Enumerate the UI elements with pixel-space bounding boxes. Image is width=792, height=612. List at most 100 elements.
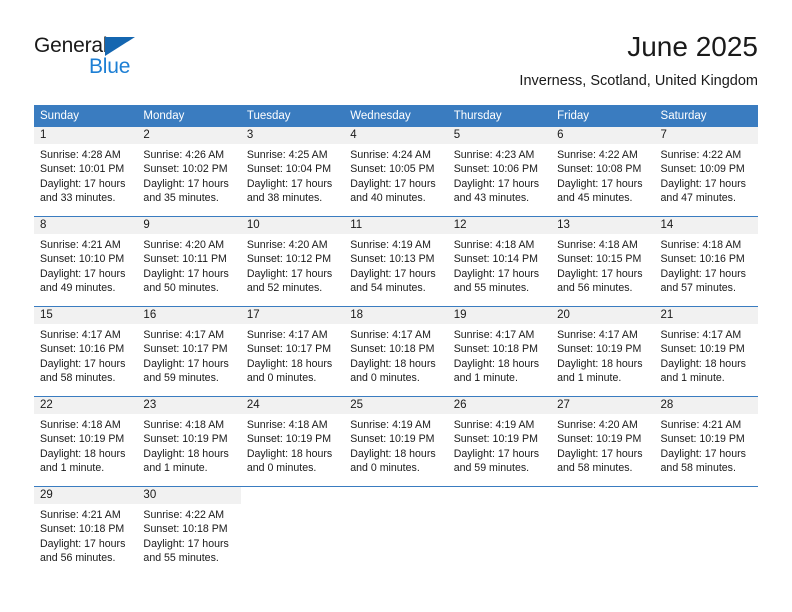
calendar-cell-day[interactable]: 1 Sunrise: 4:28 AM Sunset: 10:01 PM Dayligh… (34, 127, 138, 217)
sunrise-time: Sunrise: 4:21 AM (660, 419, 742, 431)
sunset-time: Sunset: 10:06 PM (453, 163, 538, 176)
calendar-cell-day[interactable]: 20 Sunrise: 4:17 AM Sunset: 10:19 PM Daylig… (551, 306, 655, 397)
calendar-cell-day[interactable]: 9 Sunrise: 4:20 AM Sunset: 10:11 PM Dayligh… (137, 216, 241, 307)
day-cell: 29 Sunrise: 4:21 AM Sunset: 10:18 PM Daylig… (34, 487, 138, 576)
daylight-duration-line1: Daylight: 17 hours (40, 177, 126, 190)
sunset-time: Sunset: 10:04 PM (246, 163, 332, 176)
sunset-time: Sunset: 10:09 PM (660, 163, 745, 176)
day-number: 11 (344, 217, 448, 234)
sunset-time: Sunset: 10:18 PM (350, 343, 435, 356)
day-cell: 26 Sunrise: 4:19 AM Sunset: 10:19 PM Daylig… (447, 397, 552, 486)
calendar-cell-day[interactable]: 14 Sunrise: 4:18 AM Sunset: 10:16 PM Daylig… (654, 216, 758, 307)
calendar-cell-day[interactable]: 19 Sunrise: 4:17 AM Sunset: 10:18 PM Daylig… (447, 306, 552, 397)
daylight-duration-line2: and 57 minutes. (660, 282, 736, 295)
calendar-cell-day[interactable]: 10 Sunrise: 4:20 AM Sunset: 10:12 PM Daylig… (240, 216, 345, 307)
calendar-cell-day[interactable]: 5 Sunrise: 4:23 AM Sunset: 10:06 PM Dayligh… (447, 127, 552, 217)
sunset-time: Sunset: 10:11 PM (143, 253, 227, 266)
daylight-duration-line1: Daylight: 17 hours (350, 177, 436, 190)
sunrise-time: Sunrise: 4:23 AM (453, 149, 535, 161)
daylight-duration-line1: Daylight: 18 hours (350, 357, 436, 370)
day-cell: 5 Sunrise: 4:23 AM Sunset: 10:06 PM Dayligh… (447, 127, 552, 216)
day-cell: 1 Sunrise: 4:28 AM Sunset: 10:01 PM Dayligh… (34, 127, 138, 216)
calendar-cell-day[interactable]: 7 Sunrise: 4:22 AM Sunset: 10:09 PM Dayligh… (654, 127, 758, 217)
day-cell (447, 487, 552, 576)
daylight-duration-line1: Daylight: 18 hours (557, 357, 643, 370)
day-cell: 10 Sunrise: 4:20 AM Sunset: 10:12 PM Daylig… (240, 217, 345, 306)
daylight-duration-line2: and 49 minutes. (40, 282, 116, 295)
day-cell: 14 Sunrise: 4:18 AM Sunset: 10:16 PM Daylig… (654, 217, 758, 306)
sunset-time: Sunset: 10:08 PM (557, 163, 642, 176)
calendar-cell-day[interactable]: 6 Sunrise: 4:22 AM Sunset: 10:08 PM Dayligh… (551, 127, 655, 217)
sunrise-time: Sunrise: 4:17 AM (453, 329, 535, 341)
calendar-cell-day[interactable]: 18 Sunrise: 4:17 AM Sunset: 10:18 PM Daylig… (344, 306, 448, 397)
calendar-cell-day[interactable]: 29 Sunrise: 4:21 AM Sunset: 10:18 PM Daylig… (34, 486, 138, 576)
sunrise-time: Sunrise: 4:17 AM (40, 329, 121, 341)
day-number: 15 (34, 307, 138, 324)
calendar-cell-day[interactable]: 4 Sunrise: 4:24 AM Sunset: 10:05 PM Dayligh… (344, 127, 448, 217)
day-number: 27 (551, 397, 655, 414)
day-cell: 3 Sunrise: 4:25 AM Sunset: 10:04 PM Dayligh… (240, 127, 345, 216)
calendar-cell-day[interactable]: 28 Sunrise: 4:21 AM Sunset: 10:19 PM Daylig… (654, 396, 758, 487)
calendar-cell-day[interactable]: 16 Sunrise: 4:17 AM Sunset: 10:17 PM Daylig… (137, 306, 241, 397)
calendar-cell-day[interactable]: 21 Sunrise: 4:17 AM Sunset: 10:19 PM Daylig… (654, 306, 758, 397)
calendar-cell-day[interactable]: 12 Sunrise: 4:18 AM Sunset: 10:14 PM Daylig… (447, 216, 552, 307)
calendar-cell-day[interactable]: 2 Sunrise: 4:26 AM Sunset: 10:02 PM Dayligh… (137, 127, 241, 217)
day-info: Sunrise: 4:21 AM Sunset: 10:19 PM Daylight… (655, 414, 758, 476)
sunset-time: Sunset: 10:15 PM (557, 253, 642, 266)
calendar-cell-day[interactable]: 27 Sunrise: 4:20 AM Sunset: 10:19 PM Daylig… (551, 396, 655, 487)
daylight-duration-line1: Daylight: 17 hours (143, 537, 229, 550)
logo-word-blue: Blue (89, 55, 131, 78)
daylight-duration-line2: and 47 minutes. (660, 192, 736, 205)
sunrise-time: Sunrise: 4:22 AM (557, 149, 638, 161)
calendar-cell-day[interactable]: 8 Sunrise: 4:21 AM Sunset: 10:10 PM Dayligh… (34, 216, 138, 307)
daylight-duration-line1: Daylight: 17 hours (143, 177, 229, 190)
daylight-duration-line2: and 52 minutes. (246, 282, 323, 295)
weekday-header-sunday: Sunday (34, 105, 138, 127)
sunrise-sunset-calendar: Sunday Monday Tuesday Wednesday Thursday… (34, 105, 758, 576)
sunset-time: Sunset: 10:05 PM (350, 163, 435, 176)
day-info (655, 504, 758, 508)
day-info: Sunrise: 4:19 AM Sunset: 10:19 PM Daylight… (448, 414, 551, 476)
day-cell: 9 Sunrise: 4:20 AM Sunset: 10:11 PM Dayligh… (137, 217, 241, 306)
calendar-cell-day[interactable]: 24 Sunrise: 4:18 AM Sunset: 10:19 PM Daylig… (240, 396, 345, 487)
calendar-cell-day[interactable]: 30 Sunrise: 4:22 AM Sunset: 10:18 PM Daylig… (137, 486, 241, 576)
calendar-cell-day[interactable]: 3 Sunrise: 4:25 AM Sunset: 10:04 PM Dayligh… (240, 127, 345, 217)
calendar-cell-day[interactable]: 15 Sunrise: 4:17 AM Sunset: 10:16 PM Daylig… (34, 306, 138, 397)
location-subtitle: Inverness, Scotland, United Kingdom (519, 73, 758, 89)
sunrise-time: Sunrise: 4:19 AM (350, 239, 431, 251)
day-info (241, 504, 344, 508)
daylight-duration-line2: and 1 minute. (660, 372, 725, 385)
day-info: Sunrise: 4:18 AM Sunset: 10:15 PM Daylight… (551, 234, 654, 296)
day-cell: 7 Sunrise: 4:22 AM Sunset: 10:09 PM Dayligh… (654, 127, 758, 216)
day-number (240, 487, 345, 504)
day-info: Sunrise: 4:17 AM Sunset: 10:18 PM Daylight… (448, 324, 551, 386)
page-title: June 2025 (627, 31, 758, 62)
day-number: 2 (137, 127, 241, 144)
calendar-cell-day[interactable]: 17 Sunrise: 4:17 AM Sunset: 10:17 PM Daylig… (240, 306, 345, 397)
calendar-cell-day[interactable]: 13 Sunrise: 4:18 AM Sunset: 10:15 PM Daylig… (551, 216, 655, 307)
calendar-cell-day[interactable]: 25 Sunrise: 4:19 AM Sunset: 10:19 PM Daylig… (344, 396, 448, 487)
day-number: 18 (344, 307, 448, 324)
daylight-duration-line1: Daylight: 17 hours (40, 267, 126, 280)
sunrise-time: Sunrise: 4:20 AM (143, 239, 225, 251)
weekday-header-tuesday: Tuesday (240, 105, 345, 127)
day-cell: 20 Sunrise: 4:17 AM Sunset: 10:19 PM Daylig… (551, 307, 655, 396)
day-number: 5 (447, 127, 552, 144)
day-cell: 13 Sunrise: 4:18 AM Sunset: 10:15 PM Daylig… (551, 217, 655, 306)
day-info: Sunrise: 4:17 AM Sunset: 10:17 PM Daylight… (137, 324, 240, 386)
calendar-week-row: 15 Sunrise: 4:17 AM Sunset: 10:16 PM Daylig… (34, 306, 758, 397)
general-blue-logo[interactable]: General Blue (34, 34, 234, 86)
calendar-body: 1 Sunrise: 4:28 AM Sunset: 10:01 PM Dayligh… (34, 127, 758, 576)
day-number: 20 (551, 307, 655, 324)
daylight-duration-line1: Daylight: 18 hours (246, 447, 333, 460)
calendar-cell-day[interactable]: 22 Sunrise: 4:18 AM Sunset: 10:19 PM Daylig… (34, 396, 138, 487)
sunset-time: Sunset: 10:19 PM (660, 343, 745, 356)
daylight-duration-line2: and 59 minutes. (143, 372, 219, 385)
calendar-cell-day[interactable]: 26 Sunrise: 4:19 AM Sunset: 10:19 PM Daylig… (447, 396, 552, 487)
day-cell: 17 Sunrise: 4:17 AM Sunset: 10:17 PM Daylig… (240, 307, 345, 396)
calendar-cell-empty (240, 486, 345, 576)
day-cell: 27 Sunrise: 4:20 AM Sunset: 10:19 PM Daylig… (551, 397, 655, 486)
day-info: Sunrise: 4:18 AM Sunset: 10:19 PM Daylight… (137, 414, 240, 476)
calendar-cell-day[interactable]: 11 Sunrise: 4:19 AM Sunset: 10:13 PM Daylig… (344, 216, 448, 307)
calendar-cell-day[interactable]: 23 Sunrise: 4:18 AM Sunset: 10:19 PM Daylig… (137, 396, 241, 487)
